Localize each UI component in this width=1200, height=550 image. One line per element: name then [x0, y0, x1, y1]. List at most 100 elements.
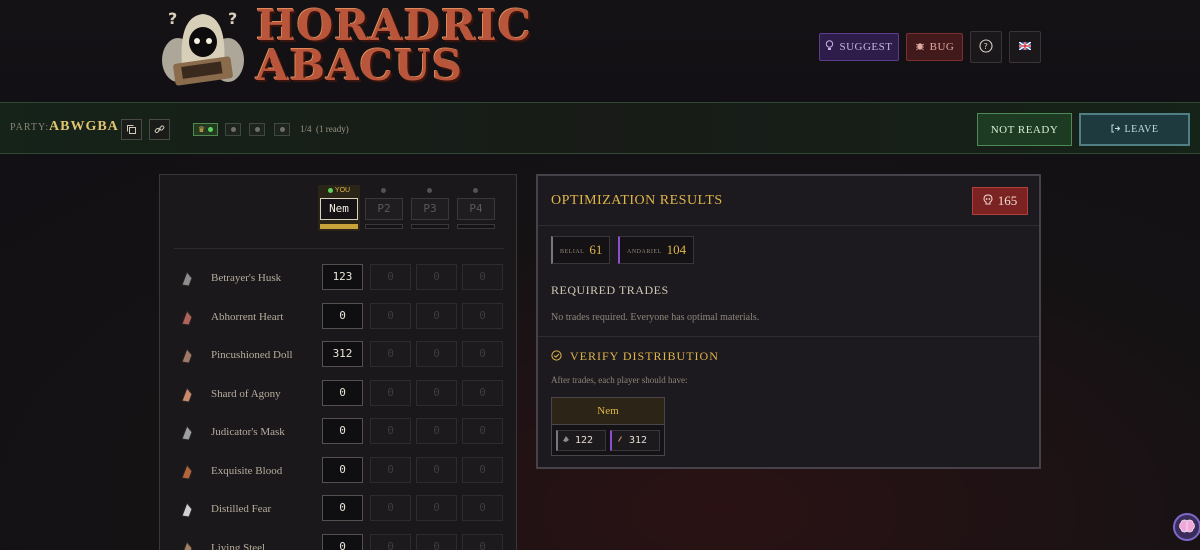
help-button[interactable]: ?: [970, 31, 1002, 63]
check-circle-icon: [551, 349, 566, 363]
player-column-3[interactable]: P3: [411, 185, 449, 229]
heart-icon: [178, 309, 196, 327]
party-slot-1: ♛: [193, 123, 218, 136]
quantity-input[interactable]: 312: [322, 341, 363, 367]
doll-icon: [616, 435, 624, 446]
husk-icon: [562, 435, 570, 446]
quantity-input[interactable]: 0: [370, 418, 411, 444]
quantity-input[interactable]: 0: [322, 379, 363, 406]
uk-flag-icon: [1018, 41, 1032, 53]
quantity-input[interactable]: 0: [370, 533, 411, 550]
quantity-input[interactable]: 0: [322, 418, 363, 444]
material-name: Shard of Agony: [211, 387, 281, 400]
quantity-input[interactable]: 0: [370, 264, 411, 290]
skull-icon: [983, 193, 993, 209]
material-row: Exquisite Blood 0 0 0 0: [160, 453, 518, 491]
required-trades-text: No trades required. Everyone has optimal…: [551, 312, 760, 323]
quantity-input[interactable]: 0: [462, 495, 503, 521]
materials-panel: YOU Nem P2 P3 P4 Betrayer's Husk 123 0 0 0 Ab…: [159, 174, 517, 550]
player-name-input[interactable]: P4: [457, 198, 495, 220]
quantity-input[interactable]: 0: [462, 456, 503, 483]
player-ready-bar: [320, 224, 358, 229]
distribution-card: Nem 122 312: [551, 397, 665, 456]
quantity-input[interactable]: 0: [416, 533, 457, 550]
optimization-results-panel: OPTIMIZATION RESULTS 165 belial 61 andar…: [536, 174, 1041, 469]
husk-icon: [178, 270, 196, 288]
copy-icon: [126, 120, 137, 139]
lightbulb-icon: [825, 40, 834, 54]
quantity-input[interactable]: 0: [416, 495, 457, 521]
material-name: Exquisite Blood: [211, 464, 283, 477]
player-name-input[interactable]: P3: [411, 198, 449, 220]
bug-icon: [915, 41, 925, 54]
player-name-input[interactable]: P2: [365, 198, 403, 220]
player-column-1[interactable]: YOU Nem: [318, 185, 360, 231]
quantity-input[interactable]: 0: [416, 456, 457, 483]
quantity-input[interactable]: 0: [462, 418, 503, 444]
quantity-input[interactable]: 123: [322, 264, 363, 290]
player-status: [365, 185, 403, 196]
material-name: Betrayer's Husk: [211, 272, 282, 284]
quantity-input[interactable]: 0: [370, 495, 411, 521]
quantity-input[interactable]: 0: [462, 341, 503, 367]
material-row: Shard of Agony 0 0 0 0: [160, 376, 518, 414]
quantity-input[interactable]: 0: [416, 264, 457, 290]
quantity-input[interactable]: 0: [370, 456, 411, 483]
material-row: Abhorrent Heart 0 0 0 0: [160, 299, 518, 337]
copy-link-button[interactable]: [149, 119, 170, 140]
party-slot-4: [274, 123, 290, 136]
leave-party-button[interactable]: LEAVE: [1079, 113, 1190, 146]
suggest-button[interactable]: SUGGEST: [819, 33, 899, 61]
bug-report-button[interactable]: BUG: [906, 33, 963, 61]
divider: [174, 248, 504, 249]
shard-icon: [178, 386, 196, 404]
quantity-input[interactable]: 0: [462, 302, 503, 329]
material-row: Betrayer's Husk 123 0 0 0: [160, 260, 518, 298]
quantity-input[interactable]: 0: [322, 533, 363, 550]
player-column-4[interactable]: P4: [457, 185, 495, 229]
material-row: Pincushioned Doll 312 0 0 0: [160, 337, 518, 375]
player-name-input[interactable]: Nem: [320, 198, 358, 220]
quantity-input[interactable]: 0: [462, 379, 503, 406]
svg-text:?: ?: [228, 9, 237, 28]
distribution-item: 312: [610, 430, 660, 451]
quantity-input[interactable]: 0: [416, 341, 457, 367]
quantity-input[interactable]: 0: [462, 533, 503, 550]
party-bar: PARTY: ABWGBA ♛ 1/4 (1 ready) NOT READY …: [0, 102, 1200, 154]
language-button[interactable]: [1009, 31, 1041, 63]
steel-icon: [178, 540, 196, 550]
player-ready-bar: [365, 224, 403, 229]
doll-icon: [178, 347, 196, 365]
player-ready-bar: [411, 224, 449, 229]
quantity-input[interactable]: 0: [322, 456, 363, 483]
quantity-input[interactable]: 0: [322, 495, 363, 521]
brain-assistant-button[interactable]: [1173, 513, 1200, 541]
verify-distribution-text: After trades, each player should have:: [551, 375, 688, 385]
material-row: Distilled Fear 0 0 0 0: [160, 491, 518, 529]
copy-code-button[interactable]: [121, 119, 142, 140]
results-title: OPTIMIZATION RESULTS: [551, 193, 723, 208]
quantity-input[interactable]: 0: [370, 341, 411, 367]
empty-dot: [279, 127, 285, 132]
material-name: Judicator's Mask: [211, 426, 285, 438]
quantity-input[interactable]: 0: [416, 379, 457, 406]
player-column-2[interactable]: P2: [365, 185, 403, 229]
quantity-input[interactable]: 0: [416, 302, 457, 329]
ready-dot: [208, 127, 214, 132]
material-row: Living Steel 0 0 0 0: [160, 530, 518, 550]
quantity-input[interactable]: 0: [322, 302, 363, 329]
score-value: 165: [997, 193, 1018, 208]
leave-label: LEAVE: [1124, 124, 1159, 135]
player-status: YOU: [320, 185, 358, 196]
party-count: 1/4 (1 ready): [300, 124, 349, 134]
empty-dot: [254, 127, 260, 132]
player-ready-bar: [457, 224, 495, 229]
not-ready-button[interactable]: NOT READY: [977, 113, 1072, 146]
party-code: ABWGBA: [49, 119, 119, 134]
svg-text:?: ?: [984, 42, 989, 51]
quantity-input[interactable]: 0: [370, 302, 411, 329]
quantity-input[interactable]: 0: [462, 264, 503, 290]
quantity-input[interactable]: 0: [370, 379, 411, 406]
quantity-input[interactable]: 0: [416, 418, 457, 444]
material-name: Distilled Fear: [211, 503, 272, 515]
